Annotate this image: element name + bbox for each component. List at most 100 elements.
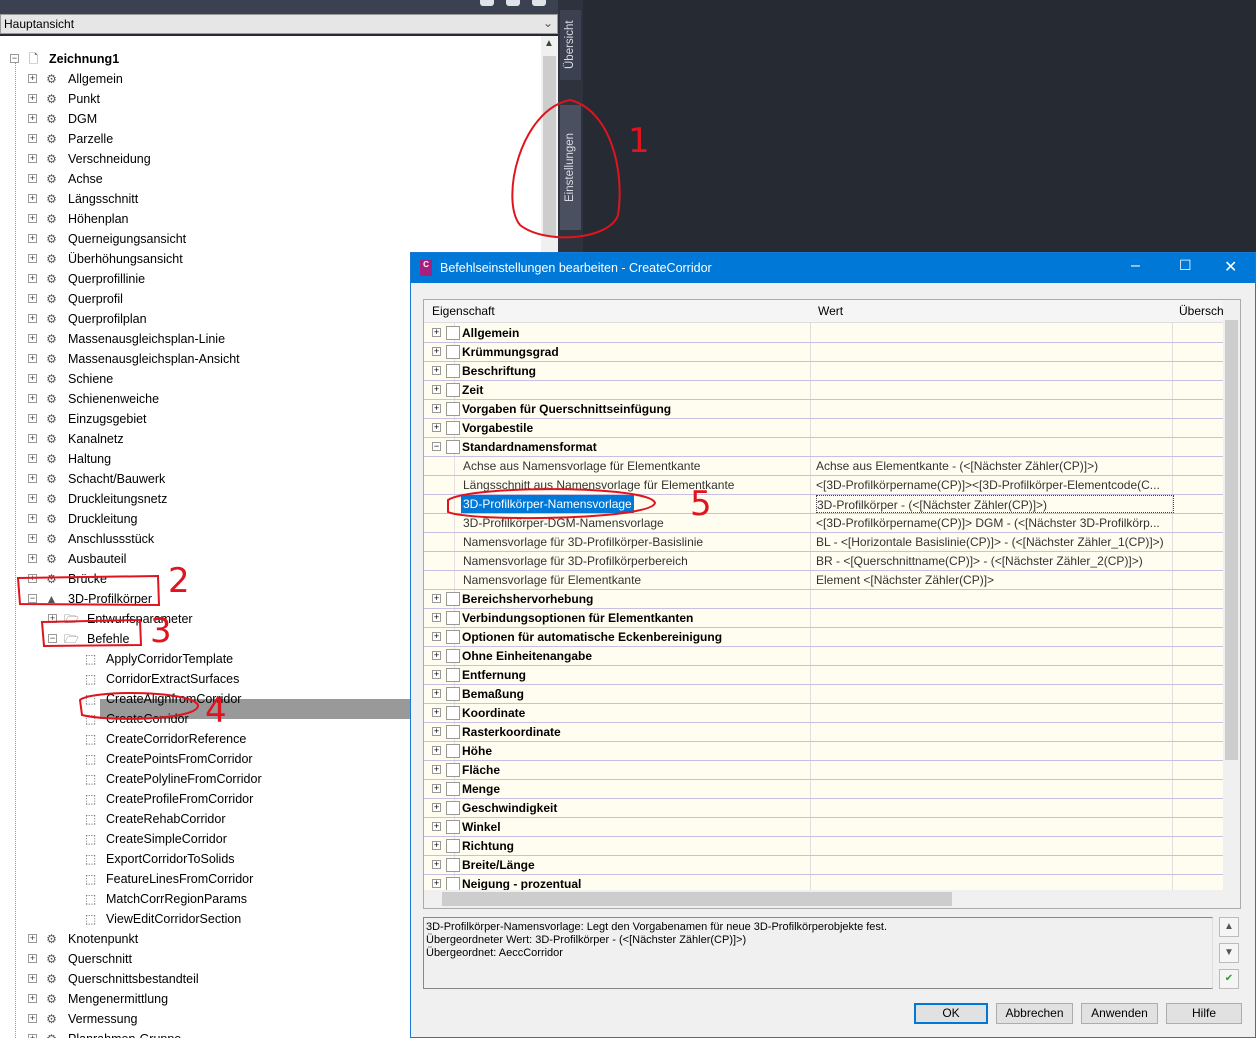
expand-icon[interactable]: + [432,708,441,717]
expand-icon[interactable]: + [28,554,37,563]
property-value[interactable]: 3D-Profilkörper - (<[Nächster Zähler(CP)… [816,495,1174,513]
expand-icon[interactable]: + [432,594,441,603]
expand-icon[interactable]: + [432,727,441,736]
property-group[interactable]: + Allgemein [424,324,1224,343]
minimize-button[interactable]: – [1131,257,1140,275]
property-group[interactable]: + Koordinate [424,704,1224,723]
help-icon[interactable] [532,0,546,6]
tab-uebersicht[interactable]: Übersicht [560,10,581,80]
expand-icon[interactable]: + [28,154,37,163]
property-group[interactable]: + Richtung [424,837,1224,856]
column-wert[interactable]: Wert [818,304,843,318]
property-group[interactable]: + Zeit [424,381,1224,400]
property-row-selected[interactable]: 3D-Profilkörper-Namensvorlage 3D-Profilkö… [424,495,1224,514]
expand-icon[interactable]: + [432,784,441,793]
toolbar-icon[interactable] [480,0,494,6]
move-up-icon[interactable]: ▲ [1219,917,1239,937]
property-value[interactable]: BR - <[Querschnittname(CP)]> - (<[Nächst… [816,552,1174,570]
expand-icon[interactable]: + [28,474,37,483]
expand-icon[interactable]: + [28,454,37,463]
move-down-icon[interactable]: ▼ [1219,943,1239,963]
expand-icon[interactable]: + [28,434,37,443]
property-group[interactable]: + Vorgabestile [424,419,1224,438]
property-row[interactable]: Namensvorlage für Elementkante Element <[… [424,571,1224,590]
expand-icon[interactable]: + [28,514,37,523]
expand-icon[interactable]: + [432,746,441,755]
property-group[interactable]: + Krümmungsgrad [424,343,1224,362]
close-button[interactable]: ✕ [1224,257,1237,277]
ok-button[interactable]: OK [914,1003,988,1024]
tree-item[interactable]: + ⚙ Querneigungsansicht [0,229,541,249]
expand-icon[interactable]: + [28,574,37,583]
help-button[interactable]: Hilfe [1166,1003,1242,1024]
property-group[interactable]: + Bereichshervorhebung [424,590,1224,609]
property-value[interactable]: Achse aus Elementkante - (<[Nächster Zäh… [816,457,1174,475]
expand-icon[interactable]: + [28,174,37,183]
expand-icon[interactable]: + [28,254,37,263]
expand-icon[interactable]: + [28,234,37,243]
expand-icon[interactable]: + [432,385,441,394]
expand-icon[interactable]: + [28,394,37,403]
expand-icon[interactable]: + [28,334,37,343]
expand-icon[interactable]: + [432,613,441,622]
expand-icon[interactable]: + [28,134,37,143]
property-value[interactable]: <[3D-Profilkörpername(CP)]><[3D-Profilkö… [816,476,1174,494]
tree-item[interactable]: + ⚙ Höhenplan [0,209,541,229]
property-group[interactable]: + Rasterkoordinate [424,723,1224,742]
expand-icon[interactable]: + [28,274,37,283]
property-row[interactable]: Längsschnitt aus Namensvorlage für Eleme… [424,476,1224,495]
expand-icon[interactable]: + [28,354,37,363]
expand-icon[interactable]: + [28,374,37,383]
scroll-thumb[interactable] [543,56,556,236]
property-group[interactable]: + Entfernung [424,666,1224,685]
expand-icon[interactable]: + [28,934,37,943]
property-group[interactable]: + Menge [424,780,1224,799]
expand-icon[interactable]: + [28,214,37,223]
expand-icon[interactable]: + [432,651,441,660]
expand-icon[interactable]: + [432,404,441,413]
expand-icon[interactable]: + [432,328,441,337]
property-value[interactable]: Element <[Nächster Zähler(CP)]> [816,571,1174,589]
expand-icon[interactable]: + [432,423,441,432]
expand-icon[interactable]: + [432,765,441,774]
maximize-button[interactable]: ☐ [1179,257,1192,274]
expand-icon[interactable]: + [28,1014,37,1023]
property-group[interactable]: + Beschriftung [424,362,1224,381]
collapse-icon[interactable]: − [432,442,441,451]
expand-icon[interactable]: + [28,314,37,323]
property-group[interactable]: − Standardnamensformat [424,438,1224,457]
scroll-up-icon[interactable]: ▲ [544,38,554,49]
column-eigenschaft[interactable]: Eigenschaft [432,304,495,318]
expand-icon[interactable]: + [28,994,37,1003]
property-group[interactable]: + Bemaßung [424,685,1224,704]
expand-icon[interactable]: + [28,94,37,103]
expand-icon[interactable]: + [432,689,441,698]
expand-icon[interactable]: + [28,494,37,503]
expand-icon[interactable]: + [28,954,37,963]
tree-item[interactable]: + ⚙ DGM [0,109,541,129]
property-row[interactable]: Namensvorlage für 3D-Profilkörperbereich… [424,552,1224,571]
property-row[interactable]: Namensvorlage für 3D-Profilkörper-Basisl… [424,533,1224,552]
expand-icon[interactable]: + [432,366,441,375]
view-selector[interactable]: Hauptansicht ⌄ [0,14,558,34]
property-group[interactable]: + Ohne Einheitenangabe [424,647,1224,666]
expand-icon[interactable]: + [28,534,37,543]
tab-einstellungen[interactable]: Einstellungen [560,105,581,230]
property-value[interactable]: BL - <[Horizontale Basislinie(CP)]> - (<… [816,533,1174,551]
property-group[interactable]: + Geschwindigkeit [424,799,1224,818]
property-group[interactable]: + Winkel [424,818,1224,837]
column-ueberschreiben[interactable]: Überschr [1179,304,1228,318]
tree-item[interactable]: + ⚙ Parzelle [0,129,541,149]
collapse-icon[interactable]: − [10,54,19,63]
expand-icon[interactable]: + [432,841,441,850]
expand-icon[interactable]: + [432,347,441,356]
grid-horizontal-scrollbar[interactable] [424,890,1240,908]
collapse-icon[interactable]: − [28,594,37,603]
expand-icon[interactable]: + [28,294,37,303]
expand-icon[interactable]: + [432,632,441,641]
expand-icon[interactable]: + [28,194,37,203]
expand-icon[interactable]: + [28,114,37,123]
apply-button[interactable]: Anwenden [1081,1003,1158,1024]
property-row[interactable]: Achse aus Namensvorlage für Elementkante… [424,457,1224,476]
property-group[interactable]: + Höhe [424,742,1224,761]
